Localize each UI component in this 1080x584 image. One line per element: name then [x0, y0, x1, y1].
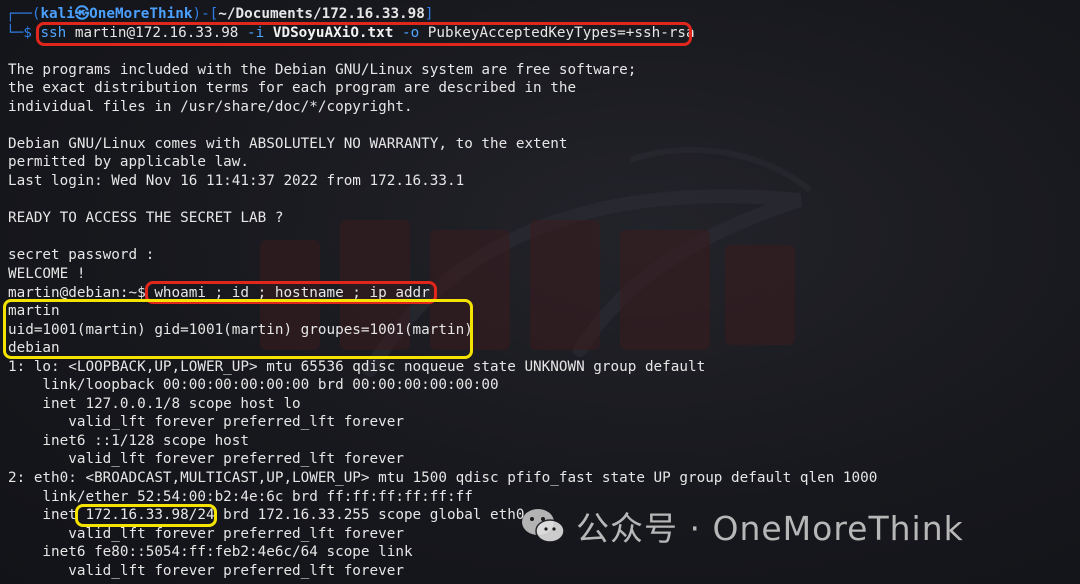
result-line: valid_lft forever preferred_lft forever	[8, 563, 404, 579]
prompt-header: ┌──(kali㉿OneMoreThink)-[~/Documents/172.…	[6, 5, 434, 23]
result-line: link/ether 52:54:00:b2:4e:6c brd ff:ff:f…	[8, 489, 473, 505]
output-line: The programs included with the Debian GN…	[8, 62, 637, 78]
watermark-text: 公众号 · OneMoreThink	[576, 509, 964, 548]
output-line: individual files in /usr/share/doc/*/cop…	[8, 99, 413, 115]
result-line: inet6 ::1/128 scope host	[8, 433, 250, 449]
result-line: valid_lft forever preferred_lft forever	[8, 451, 404, 467]
result-line: 1: lo: <LOOPBACK,UP,LOWER_UP> mtu 65536 …	[8, 359, 706, 375]
output-line: READY TO ACCESS THE SECRET LAB ?	[8, 210, 284, 226]
result-line: inet6 fe80::5054:ff:feb2:4e6c/64 scope l…	[8, 544, 413, 560]
identity-result-highlight	[3, 299, 473, 359]
prompt-dollar: $	[23, 25, 32, 41]
wechat-watermark: 公众号 · OneMoreThink	[520, 498, 1080, 554]
prompt-directory: ~/Documents/172.16.33.98	[218, 6, 425, 22]
ssh-command-highlight	[36, 22, 692, 46]
result-line: link/loopback 00:00:00:00:00:00 brd 00:0…	[8, 377, 499, 393]
prompt-user-host: kali㉿OneMoreThink	[40, 6, 193, 22]
terminal-window[interactable]: ┌──(kali㉿OneMoreThink)-[~/Documents/172.…	[0, 0, 1080, 584]
result-line: valid_lft forever preferred_lft forever	[8, 414, 404, 430]
output-line: permitted by applicable law.	[8, 154, 250, 170]
prompt-frame-left: ┌──(	[6, 6, 41, 22]
result-line: valid_lft forever preferred_lft forever	[8, 526, 404, 542]
prompt-frame-mid: )-[	[192, 6, 219, 22]
output-line: Last login: Wed Nov 16 11:41:37 2022 fro…	[8, 173, 465, 189]
prompt-frame-right: ]	[424, 6, 434, 22]
prompt-frame-bottom: └─	[6, 25, 24, 41]
output-line: the exact distribution terms for each pr…	[8, 80, 577, 96]
result-line: 2: eth0: <BROADCAST,MULTICAST,UP,LOWER_U…	[8, 470, 878, 486]
ip-address-highlight	[75, 504, 217, 527]
output-line: Debian GNU/Linux comes with ABSOLUTELY N…	[8, 136, 568, 152]
output-line: secret password :	[8, 247, 155, 263]
result-line: inet 127.0.0.1/8 scope host lo	[8, 396, 301, 412]
wechat-icon	[522, 509, 565, 543]
output-line: WELCOME !	[8, 266, 86, 282]
